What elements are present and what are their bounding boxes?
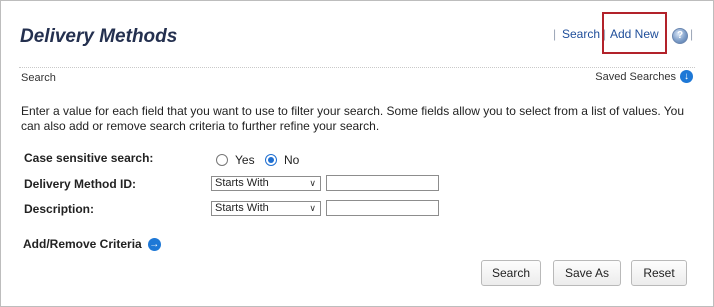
page-title: Delivery Methods (20, 26, 178, 47)
save-as-button[interactable]: Save As (553, 260, 621, 286)
add-remove-criteria-label: Add/Remove Criteria (23, 237, 142, 251)
header-divider (19, 67, 695, 68)
reset-button[interactable]: Reset (631, 260, 687, 286)
link-separator: | (690, 27, 694, 41)
add-remove-criteria[interactable]: Add/Remove Criteria → (23, 237, 161, 251)
chevron-down-icon: ∨ (309, 203, 316, 213)
delivery-method-id-input[interactable] (326, 175, 439, 191)
case-sensitive-label: Case sensitive search: (24, 151, 154, 165)
search-panel: Delivery Methods | Search | Add New | | … (0, 0, 714, 307)
circle-arrow-right-icon[interactable]: → (147, 237, 161, 251)
search-link[interactable]: Search (562, 27, 600, 41)
description-label: Description: (24, 202, 95, 216)
search-instructions: Enter a value for each field that you wa… (21, 104, 685, 133)
help-icon[interactable]: ? (672, 28, 688, 44)
case-sensitive-no-radio[interactable] (265, 154, 277, 166)
search-button[interactable]: Search (481, 260, 541, 286)
delivery-method-id-label: Delivery Method ID: (24, 177, 137, 191)
case-sensitive-no-label: No (284, 153, 300, 167)
delivery-method-id-operator-select[interactable]: Starts With ∨ (211, 176, 321, 191)
description-operator-select[interactable]: Starts With ∨ (211, 201, 321, 216)
saved-searches-toggle[interactable]: Saved Searches ↓ (595, 70, 693, 83)
case-sensitive-yes-radio[interactable] (216, 154, 228, 166)
delivery-method-id-operator-value: Starts With (215, 177, 269, 189)
circle-arrow-down-icon[interactable]: ↓ (680, 70, 693, 83)
saved-searches-label: Saved Searches (595, 70, 676, 83)
search-section-label: Search (21, 72, 56, 84)
link-separator: | (553, 27, 557, 41)
chevron-down-icon: ∨ (309, 178, 316, 188)
add-new-highlight (602, 12, 667, 54)
description-operator-value: Starts With (215, 202, 269, 214)
description-input[interactable] (326, 200, 439, 216)
case-sensitive-yes-label: Yes (235, 153, 255, 167)
